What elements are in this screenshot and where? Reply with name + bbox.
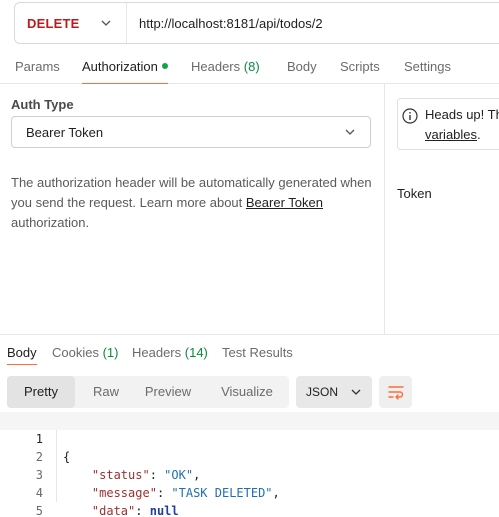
chevron-down-icon	[345, 129, 355, 135]
auth-desc-suffix: authorization.	[11, 215, 90, 230]
tab-cookies-count: (1)	[102, 345, 119, 360]
variables-link[interactable]: variables	[425, 127, 477, 142]
method-select[interactable]: DELETE	[15, 3, 127, 43]
info-icon	[402, 108, 418, 124]
chevron-down-icon	[101, 20, 111, 26]
heads-up-tail: .	[477, 127, 481, 142]
tab-response-headers-count: (14)	[184, 345, 208, 360]
auth-type-label: Auth Type	[11, 97, 74, 112]
tab-params-label: Params	[15, 59, 60, 74]
response-body-editor[interactable]: 1 { 2 "status": "OK", 3 "message": "TASK…	[0, 412, 499, 517]
tab-scripts[interactable]: Scripts	[340, 50, 380, 84]
tab-cookies[interactable]: Cookies (1)	[52, 335, 118, 371]
tab-body[interactable]: Body	[287, 50, 317, 84]
wrap-lines-icon	[387, 386, 404, 400]
active-dot-icon	[161, 63, 168, 69]
json-value: null	[149, 504, 179, 517]
tab-headers-label: Headers	[191, 59, 241, 74]
auth-config-pane: Auth Type Bearer Token The authorization…	[0, 84, 384, 334]
method-label: DELETE	[27, 15, 80, 31]
code-line: 4 "data": null	[0, 466, 499, 517]
tab-response-body-label: Body	[7, 345, 37, 360]
chevron-down-icon	[351, 389, 361, 395]
tab-response-headers[interactable]: Headers (14)	[132, 335, 208, 371]
response-tabs: Body Cookies (1) Headers (14) Test Resul…	[0, 334, 499, 370]
tab-authorization-label: Authorization	[82, 59, 158, 74]
url-input[interactable]: http://localhost:8181/api/todos/2	[127, 16, 323, 31]
tab-test-results[interactable]: Test Results	[222, 335, 293, 371]
tab-settings-label: Settings	[404, 59, 451, 74]
code-line: 3 "message": "TASK DELETED",	[0, 448, 499, 500]
heads-up-title: Heads up! Th	[425, 107, 499, 122]
tab-response-headers-label: Headers	[132, 345, 182, 360]
tab-response-body[interactable]: Body	[7, 335, 37, 371]
format-label: JSON	[306, 385, 339, 399]
raw-button[interactable]: Raw	[75, 376, 137, 408]
tab-body-label: Body	[287, 59, 317, 74]
code-text: "data": null	[91, 504, 179, 517]
request-tabs: Params Authorization Headers (8) Body Sc…	[0, 50, 499, 84]
line-number: 5	[35, 504, 43, 517]
tab-headers[interactable]: Headers (8)	[191, 50, 260, 84]
tab-params[interactable]: Params	[15, 50, 60, 84]
tab-authorization[interactable]: Authorization	[82, 50, 168, 84]
auth-type-value: Bearer Token	[26, 124, 104, 140]
tab-test-results-label: Test Results	[222, 345, 293, 360]
format-select[interactable]: JSON	[296, 376, 372, 408]
auth-type-select[interactable]: Bearer Token	[11, 116, 371, 148]
pretty-button[interactable]: Pretty	[7, 376, 75, 408]
code-line: 5 }	[0, 484, 499, 517]
preview-button[interactable]: Preview	[137, 376, 199, 408]
auth-token-pane: Heads up! Th variables. Token	[384, 84, 499, 334]
token-label: Token	[397, 186, 432, 201]
tab-cookies-label: Cookies	[52, 345, 99, 360]
tab-settings[interactable]: Settings	[404, 50, 451, 84]
heads-up-banner: Heads up! Th variables.	[397, 98, 499, 150]
wrap-lines-button[interactable]	[379, 376, 412, 408]
code-line: 2 "status": "OK",	[0, 430, 499, 482]
tab-headers-count: (8)	[243, 59, 260, 74]
view-mode-group: Pretty Raw Preview Visualize	[7, 376, 289, 408]
json-key: "data"	[91, 504, 136, 517]
auth-description: The authorization header will be automat…	[11, 173, 373, 233]
visualize-button[interactable]: Visualize	[211, 376, 283, 408]
bearer-token-link[interactable]: Bearer Token	[246, 195, 323, 210]
request-bar: DELETE http://localhost:8181/api/todos/2	[14, 2, 499, 44]
code-line: 1 {	[0, 412, 499, 464]
tab-scripts-label: Scripts	[340, 59, 380, 74]
